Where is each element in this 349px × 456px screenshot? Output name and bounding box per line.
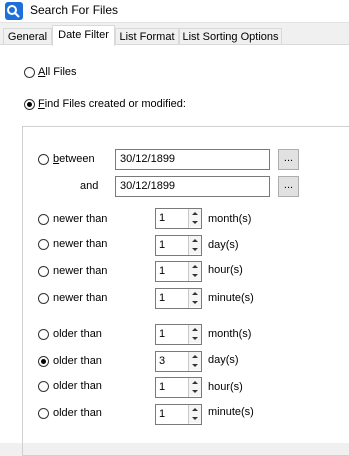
newer-hours-unit: hour(s) (208, 264, 243, 276)
older-months-unit: month(s) (208, 328, 252, 340)
older-months-radio[interactable] (38, 329, 49, 340)
older-days-radio[interactable] (38, 356, 49, 367)
find-files-created-radio[interactable] (24, 99, 35, 110)
find-files-created-label[interactable]: Find Files created or modified: (38, 98, 186, 110)
between-to-picker-button[interactable]: ... (278, 176, 299, 197)
newer-days-label[interactable]: newer than (53, 238, 107, 250)
older-days-label[interactable]: older than (53, 355, 102, 367)
newer-hours-value[interactable]: 1 (159, 265, 165, 277)
older-days-spinner[interactable]: 3 (155, 351, 202, 372)
older-minutes-unit: minute(s) (208, 406, 254, 418)
newer-minutes-spinner[interactable]: 1 (155, 288, 202, 309)
older-hours-value[interactable]: 1 (159, 381, 165, 393)
between-from-picker-button[interactable]: ... (278, 149, 299, 170)
tab-strip: General Date Filter List Format List Sor… (0, 25, 349, 46)
newer-days-spinner[interactable]: 1 (155, 235, 202, 256)
older-hours-radio[interactable] (38, 381, 49, 392)
between-label[interactable]: between (53, 153, 95, 165)
spin-down-icon[interactable] (189, 245, 201, 254)
newer-months-label[interactable]: newer than (53, 213, 107, 225)
older-hours-unit: hour(s) (208, 381, 243, 393)
newer-months-unit: month(s) (208, 213, 252, 225)
older-months-label[interactable]: older than (53, 328, 102, 340)
newer-hours-spinner[interactable]: 1 (155, 261, 202, 282)
newer-months-spinner[interactable]: 1 (155, 208, 202, 229)
search-files-app-icon (5, 2, 23, 20)
window-title: Search For Files (30, 3, 119, 17)
newer-minutes-unit: minute(s) (208, 292, 254, 304)
older-minutes-label[interactable]: older than (53, 407, 102, 419)
older-minutes-radio[interactable] (38, 408, 49, 419)
tab-list-sorting-options[interactable]: List Sorting Options (179, 28, 282, 45)
all-files-label[interactable]: All Files (38, 66, 77, 78)
between-radio[interactable] (38, 154, 49, 165)
title-bar: Search For Files (0, 0, 349, 23)
older-hours-spinner[interactable]: 1 (155, 377, 202, 398)
older-days-value[interactable]: 3 (159, 355, 165, 367)
spin-down-icon[interactable] (189, 334, 201, 343)
older-months-spinner[interactable]: 1 (155, 324, 202, 345)
spin-down-icon[interactable] (189, 218, 201, 227)
newer-hours-label[interactable]: newer than (53, 265, 107, 277)
between-from-field[interactable]: 30/12/1899 (115, 149, 270, 170)
older-hours-label[interactable]: older than (53, 380, 102, 392)
newer-days-unit: day(s) (208, 239, 239, 251)
tab-date-filter[interactable]: Date Filter (52, 25, 115, 46)
spin-down-icon[interactable] (189, 271, 201, 280)
older-minutes-spinner[interactable]: 1 (155, 404, 202, 425)
older-months-value[interactable]: 1 (159, 328, 165, 340)
between-to-field[interactable]: 30/12/1899 (115, 176, 270, 197)
spin-down-icon[interactable] (189, 414, 201, 423)
older-minutes-value[interactable]: 1 (159, 408, 165, 420)
newer-days-value[interactable]: 1 (159, 239, 165, 251)
all-files-radio[interactable] (24, 67, 35, 78)
spin-down-icon[interactable] (189, 361, 201, 370)
newer-days-radio[interactable] (38, 239, 49, 250)
tab-list-format[interactable]: List Format (115, 28, 179, 45)
newer-minutes-value[interactable]: 1 (159, 292, 165, 304)
newer-hours-radio[interactable] (38, 266, 49, 277)
tab-general[interactable]: General (3, 28, 52, 45)
spin-down-icon[interactable] (189, 298, 201, 307)
newer-months-value[interactable]: 1 (159, 212, 165, 224)
older-days-unit: day(s) (208, 354, 239, 366)
newer-months-radio[interactable] (38, 214, 49, 225)
and-label: and (80, 180, 99, 192)
spin-down-icon[interactable] (189, 387, 201, 396)
newer-minutes-radio[interactable] (38, 293, 49, 304)
newer-minutes-label[interactable]: newer than (53, 292, 107, 304)
